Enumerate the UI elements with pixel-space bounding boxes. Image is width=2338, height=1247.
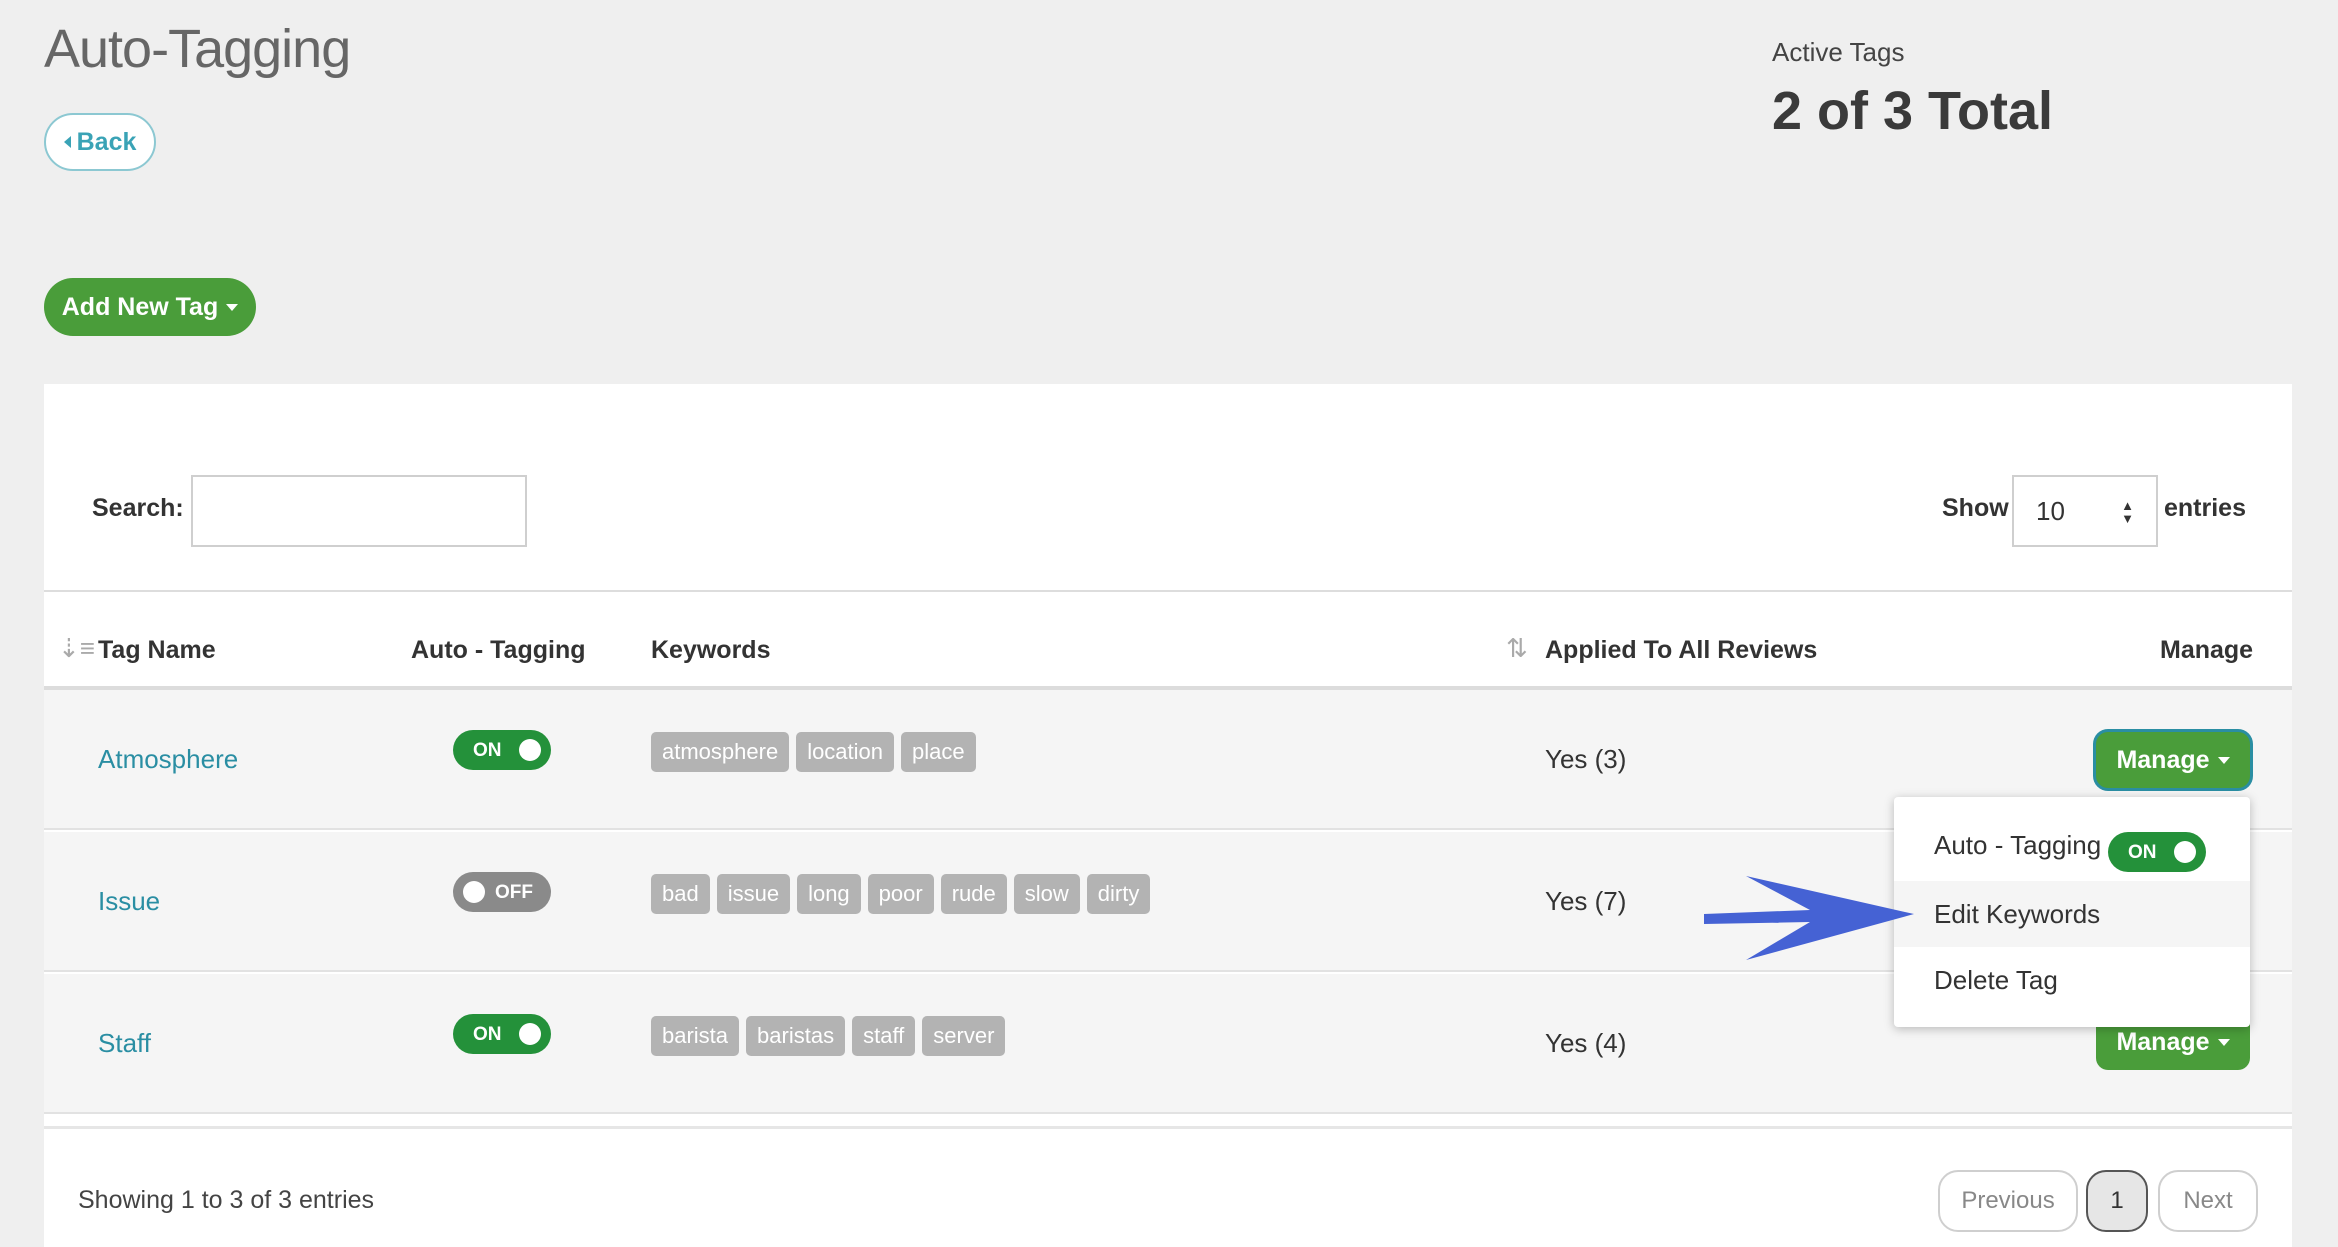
keyword-badge: bad [651,874,710,914]
back-button[interactable]: Back [44,113,156,171]
caret-down-icon [2217,756,2230,764]
manage-dropdown-menu: Auto - Tagging ON Edit Keywords Delete T… [1894,797,2250,1027]
toggle-knob [2174,841,2196,863]
entries-label: entries [2164,494,2246,522]
menu-item-delete-tag[interactable]: Delete Tag [1894,947,2250,1013]
sort-icon[interactable]: ⇅ [1506,633,1528,664]
keyword-list: barista baristas staff server [651,1016,1006,1056]
keyword-badge: baristas [746,1016,846,1056]
keyword-badge: staff [852,1016,916,1056]
manage-button[interactable]: Manage [2096,732,2250,788]
column-header-tag-name[interactable]: Tag Name [98,636,216,665]
caret-down-icon [2217,1038,2230,1046]
divider [44,590,2292,592]
column-header-manage: Manage [2160,636,2254,664]
keyword-badge: poor [867,874,934,914]
search-input[interactable] [191,475,527,547]
applied-value: Yes (4) [1545,1028,1627,1058]
toggle-state: ON [473,740,502,761]
toggle-knob [519,1023,541,1045]
keyword-badge: barista [651,1016,740,1056]
page-title: Auto-Tagging [44,19,351,79]
tag-name-link[interactable]: Atmosphere [98,744,238,775]
footer-divider [44,1126,2292,1129]
menu-item-auto-tagging[interactable]: Auto - Tagging ON [1894,812,2250,878]
back-label: Back [76,127,137,156]
applied-value: Yes (3) [1545,744,1627,774]
keyword-badge: rude [940,874,1007,914]
add-new-tag-button[interactable]: Add New Tag [44,278,256,336]
toggle-knob [463,881,485,903]
keyword-badge: atmosphere [651,732,790,772]
entries-select[interactable]: 10 ▲ ▼ [2012,475,2158,547]
keyword-badge: slow [1013,874,1080,914]
next-page-button[interactable]: Next [2158,1170,2258,1232]
show-label: Show [1942,494,2009,522]
keyword-list: atmosphere location place [651,732,976,772]
caret-down-icon [226,303,239,311]
add-new-tag-label: Add New Tag [61,292,219,321]
toggle-state: OFF [495,882,533,903]
toggle-state: ON [473,1024,502,1045]
keyword-badge: dirty [1086,874,1151,914]
toggle-state: ON [2128,842,2157,863]
column-header-keywords: Keywords [651,636,771,664]
keyword-badge: server [922,1016,1006,1056]
keyword-badge: place [901,732,976,772]
auto-tagging-toggle[interactable]: OFF [453,872,551,912]
previous-page-button[interactable]: Previous [1938,1170,2078,1232]
tag-name-link[interactable]: Issue [98,886,160,917]
menu-item-label: Auto - Tagging [1934,829,2102,860]
applied-value: Yes (7) [1545,886,1627,916]
entries-select-value: 10 [2036,495,2065,526]
page-1-button[interactable]: 1 [2086,1170,2148,1232]
pointer-arrow-icon [1704,876,1914,960]
tag-name-link[interactable]: Staff [98,1028,151,1059]
auto-tagging-toggle[interactable]: ON [453,1014,551,1054]
keyword-list: bad issue long poor rude slow dirty [651,874,1151,914]
toggle-knob [519,739,541,761]
keyword-badge: long [797,874,861,914]
search-label: Search: [92,494,184,522]
column-header-applied[interactable]: Applied To All Reviews [1545,636,1817,665]
select-arrows-icon: ▲ ▼ [2121,498,2134,526]
keyword-badge: location [796,732,895,772]
manage-label: Manage [2116,745,2210,774]
active-tags-label: Active Tags [1772,37,1905,67]
column-header-auto-tagging: Auto - Tagging [411,636,586,664]
auto-tagging-toggle[interactable]: ON [2108,832,2206,872]
manage-label: Manage [2116,1027,2210,1056]
active-tags-value: 2 of 3 Total [1772,81,2054,141]
auto-tagging-toggle[interactable]: ON [453,730,551,770]
keyword-badge: issue [716,874,791,914]
sort-icon[interactable]: ⇣≡ [58,633,95,664]
menu-item-edit-keywords[interactable]: Edit Keywords [1894,881,2250,947]
caret-left-icon [63,136,71,148]
showing-entries-text: Showing 1 to 3 of 3 entries [78,1186,375,1214]
